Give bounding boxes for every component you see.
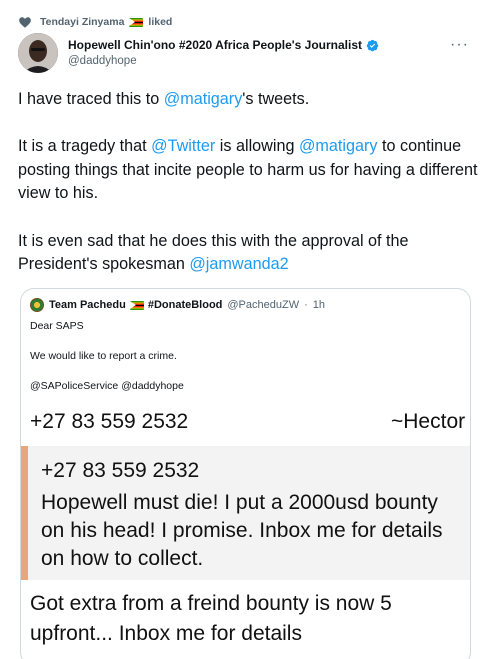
tweet-paragraph: I have traced this to @matigary's tweets… (18, 88, 478, 112)
quoted-timestamp[interactable]: 1h (313, 299, 325, 311)
quoted-line-1: Dear SAPS (30, 320, 84, 332)
tweet-paragraph: It is a tragedy that @Twitter is allowin… (18, 135, 478, 206)
quoted-author-handle[interactable]: @PacheduZW (227, 299, 299, 311)
tweet-text-segment: is allowing (215, 137, 299, 156)
card-message-line-2: on his head! I promise. Inbox me for det… (41, 519, 443, 542)
card-message: Hopewell must die! I put a 2000usd bount… (41, 489, 470, 573)
mention-link[interactable]: @matigary (164, 90, 243, 108)
quoted-line-3: @SAPoliceService @daddyhope (30, 380, 184, 392)
heart-icon (19, 17, 31, 28)
zimbabwe-flag-icon (129, 300, 144, 310)
tweet-text-segment: I have traced this to (18, 90, 164, 108)
quoted-author-name[interactable]: Team Pachedu (49, 299, 126, 311)
bottom-message-line-1: Got extra from a freind bounty is now 5 (30, 592, 392, 615)
mention-link[interactable]: @matigary (299, 137, 378, 155)
card-message-line-1: Hopewell must die! I put a 2000usd bount… (41, 491, 438, 514)
mention-link[interactable]: @jamwanda2 (189, 255, 288, 273)
liked-label: liked (148, 16, 173, 28)
bottom-message-line-2: upfront... Inbox me for details (30, 622, 302, 645)
tweet-text-segment: It is a tragedy that (18, 137, 152, 156)
verified-badge-icon (366, 39, 379, 51)
tweet-text-segment: 's tweets. (242, 90, 310, 108)
image-phone-number: +27 83 559 2532 (30, 410, 189, 433)
more-options-icon[interactable]: ··· (450, 36, 469, 54)
bottom-message: Got extra from a freind bounty is now 5 … (30, 589, 470, 649)
message-card-accent (21, 446, 28, 580)
card-phone-number: +27 83 559 2532 (41, 459, 200, 482)
author-handle[interactable]: @daddyhope (68, 55, 379, 67)
liker-name[interactable]: Tendayi Zinyama (40, 16, 124, 28)
quoted-tweet[interactable]: Team Pachedu #DonateBlood @PacheduZW · 1… (20, 288, 471, 659)
quoted-line-2: We would like to report a crime. (30, 350, 177, 362)
author-name[interactable]: Hopewell Chin'ono #2020 Africa People's … (68, 38, 362, 52)
tweet-paragraph: It is even sad that he does this with th… (18, 230, 478, 277)
card-message-line-3: on how to collect. (41, 547, 204, 570)
avatar-photo (18, 33, 58, 73)
quoted-author-tag[interactable]: #DonateBlood (148, 299, 223, 311)
tweet-text: I have traced this to @matigary's tweets… (18, 88, 478, 277)
mention-link[interactable]: @Twitter (151, 137, 215, 155)
quoted-author-avatar[interactable] (30, 298, 44, 312)
image-sender-name: ~Hector (391, 410, 466, 433)
author-avatar[interactable] (18, 33, 58, 73)
zimbabwe-flag-icon (129, 17, 144, 27)
social-context: Tendayi Zinyama liked (18, 13, 172, 31)
